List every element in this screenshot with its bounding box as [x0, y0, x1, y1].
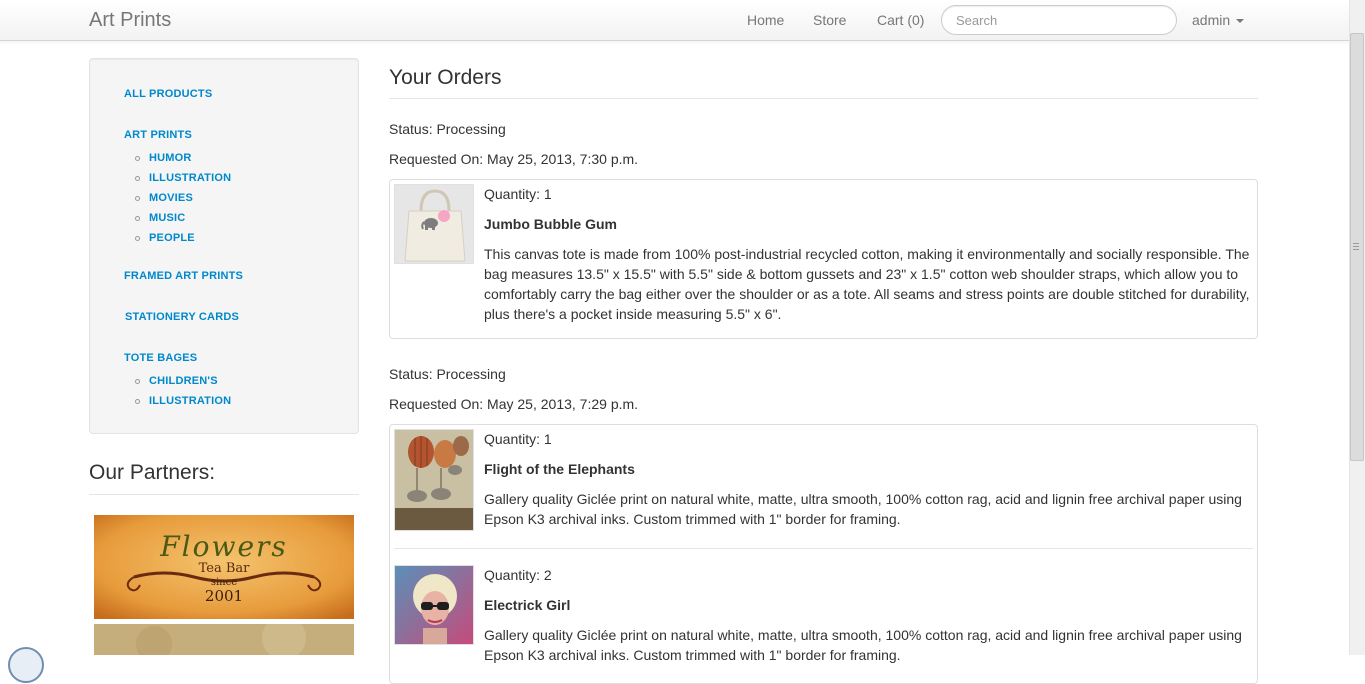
search-input[interactable] [941, 5, 1177, 35]
scrollbar-grip [1353, 243, 1359, 244]
item-quantity: Quantity: 1 [484, 186, 552, 202]
corner-badge-icon [8, 647, 44, 683]
subcategory-illustration-totes[interactable]: ILLUSTRATION [149, 395, 231, 407]
item-name[interactable]: Jumbo Bubble Gum [484, 216, 617, 232]
bullet-icon [135, 216, 140, 221]
page-title: Your Orders [389, 66, 502, 89]
order-requested-date: Requested On: May 25, 2013, 7:29 p.m. [389, 396, 639, 412]
brand-link[interactable]: Art Prints [89, 9, 171, 32]
nav-store-link[interactable]: Store [813, 12, 846, 28]
bullet-icon [135, 236, 140, 241]
category-tote-bages[interactable]: TOTE BAGES [124, 352, 197, 364]
scrollbar-grip [1353, 246, 1359, 247]
subcategory-childrens[interactable]: CHILDREN'S [149, 375, 218, 387]
scrollbar-grip [1353, 249, 1359, 250]
item-name[interactable]: Electrick Girl [484, 597, 570, 613]
product-thumbnail-electrick-girl[interactable] [394, 565, 474, 645]
bullet-icon [135, 156, 140, 161]
item-description: Gallery quality Giclée print on natural … [484, 627, 1242, 663]
bullet-icon [135, 399, 140, 404]
divider [89, 494, 359, 495]
partner-logo-text: Tea Bar [199, 561, 251, 576]
category-framed-art-prints[interactable]: FRAMED ART PRINTS [124, 270, 243, 282]
partner-banner-2[interactable] [94, 624, 354, 655]
item-name[interactable]: Flight of the Elephants [484, 461, 635, 477]
item-description: This canvas tote is made from 100% post-… [484, 246, 1250, 322]
category-sidebar [89, 58, 359, 434]
item-description: Gallery quality Giclée print on natural … [484, 491, 1242, 527]
partner-banner-flowers[interactable]: Flowers Tea Bar since 2001 [94, 515, 354, 619]
category-art-prints[interactable]: ART PRINTS [124, 129, 192, 141]
bullet-icon [135, 196, 140, 201]
category-stationery-cards[interactable]: STATIONERY CARDS [125, 311, 239, 323]
subcategory-movies[interactable]: MOVIES [149, 192, 193, 204]
subcategory-illustration[interactable]: ILLUSTRATION [149, 172, 231, 184]
order-status: Status: Processing [389, 366, 506, 382]
order-requested-date: Requested On: May 25, 2013, 7:30 p.m. [389, 151, 639, 167]
item-divider [394, 548, 1253, 549]
caret-down-icon [1236, 19, 1245, 24]
category-all-products[interactable]: ALL PRODUCTS [124, 88, 212, 100]
nav-cart-link[interactable]: Cart (0) [877, 12, 924, 28]
subcategory-humor[interactable]: HUMOR [149, 152, 192, 164]
product-thumbnail-jumbo-bubble-gum[interactable] [394, 184, 474, 264]
bullet-icon [135, 379, 140, 384]
nav-home-link[interactable]: Home [747, 12, 784, 28]
item-quantity: Quantity: 1 [484, 431, 552, 447]
navbar: Art Prints Home Store Cart (0) admin [0, 0, 1349, 41]
order-status: Status: Processing [389, 121, 506, 137]
partners-heading: Our Partners: [89, 461, 216, 484]
item-quantity: Quantity: 2 [484, 567, 552, 583]
subcategory-music[interactable]: MUSIC [149, 212, 185, 224]
partner-logo-text: Flowers [159, 530, 288, 563]
user-name: admin [1192, 12, 1231, 28]
bullet-icon [135, 176, 140, 181]
product-thumbnail-flight-of-the-elephants[interactable] [394, 429, 474, 531]
partner-logo-text: 2001 [205, 587, 243, 605]
subcategory-people[interactable]: PEOPLE [149, 232, 195, 244]
divider [389, 98, 1258, 99]
user-menu[interactable]: admin [1192, 12, 1245, 28]
scrollbar-thumb[interactable] [1350, 33, 1364, 461]
